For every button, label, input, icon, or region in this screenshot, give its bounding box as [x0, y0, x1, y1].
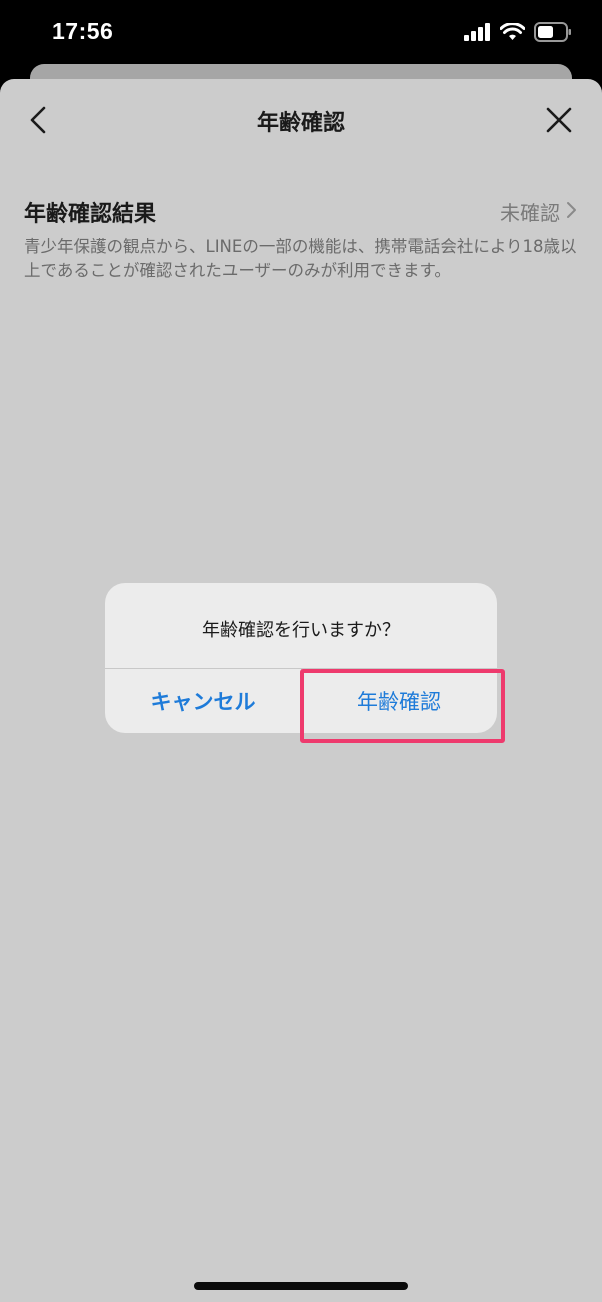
chevron-right-icon [566, 200, 578, 224]
highlight-annotation [300, 669, 505, 743]
verification-status-row[interactable]: 未確認 [500, 197, 578, 226]
section-heading: 年齢確認結果 [24, 202, 157, 227]
status-bar: 17:56 [0, 0, 602, 62]
page-title: 年齢確認 [256, 111, 345, 136]
home-indicator [194, 1282, 408, 1290]
status-time: 17:56 [52, 18, 114, 44]
battery-icon [534, 22, 572, 42]
chevron-left-icon[interactable] [24, 105, 54, 135]
status-icons [464, 22, 572, 42]
signal-icon [464, 23, 491, 41]
close-icon[interactable] [546, 107, 572, 133]
cancel-button[interactable]: キャンセル [105, 668, 301, 733]
dialog-message: 年齢確認を行いますか？ [202, 620, 400, 641]
description-text: 青少年保護の観点から、LINEの一部の機能は、携帯電話会社により18歳以上である… [24, 237, 577, 280]
wifi-icon [500, 23, 525, 41]
verification-status: 未確認 [500, 201, 560, 225]
